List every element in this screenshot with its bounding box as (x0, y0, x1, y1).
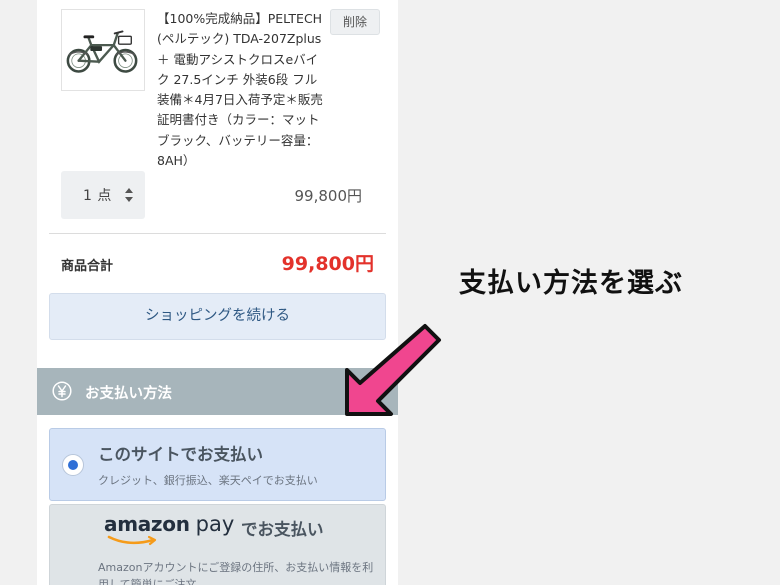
divider (49, 233, 386, 234)
quantity-value: 1 点 (83, 188, 112, 204)
product-image[interactable] (61, 9, 145, 91)
annotation-text: 支払い方法を選ぶ (459, 268, 683, 299)
subtotal-label: 商品合計 (61, 259, 114, 274)
amazon-smile-icon (107, 535, 157, 546)
radio-selected[interactable] (62, 454, 84, 476)
product-title[interactable]: 【100%完成納品】PELTECH (ペルテック) TDA-207Zplus ＋… (157, 9, 329, 171)
arrow-pointer-icon (345, 324, 441, 416)
quantity-select[interactable]: 1 点 (61, 171, 145, 219)
option-title: でお支払い (241, 520, 324, 539)
yen-icon (52, 381, 72, 401)
sort-arrows-icon (125, 188, 133, 202)
amazon-pay-logo: amazon pay (104, 512, 234, 536)
option-description: Amazonアカウントにご登録の住所、お支払い情報を利用して簡単にご注文 (98, 561, 374, 585)
delete-button[interactable]: 削除 (330, 9, 380, 35)
pay-logo-word: pay (195, 512, 235, 536)
item-price: 99,800円 (294, 187, 363, 205)
payment-option-site[interactable]: このサイトでお支払い クレジット、銀行振込、楽天ペイでお支払い (49, 428, 386, 501)
amazon-logo-word: amazon (104, 512, 190, 536)
subtotal-value: 99,800円 (281, 253, 374, 275)
cart-panel: 【100%完成納品】PELTECH (ペルテック) TDA-207Zplus ＋… (37, 0, 398, 585)
option-description: クレジット、銀行振込、楽天ペイでお支払い (98, 474, 318, 487)
radio-dot (68, 460, 78, 470)
option-title: このサイトでお支払い (98, 445, 263, 464)
bicycle-icon (66, 30, 138, 73)
payment-section-title: お支払い方法 (85, 386, 172, 402)
payment-option-amazon-pay[interactable]: amazon pay でお支払い Amazonアカウントにご登録の住所、お支払い情… (49, 504, 386, 585)
